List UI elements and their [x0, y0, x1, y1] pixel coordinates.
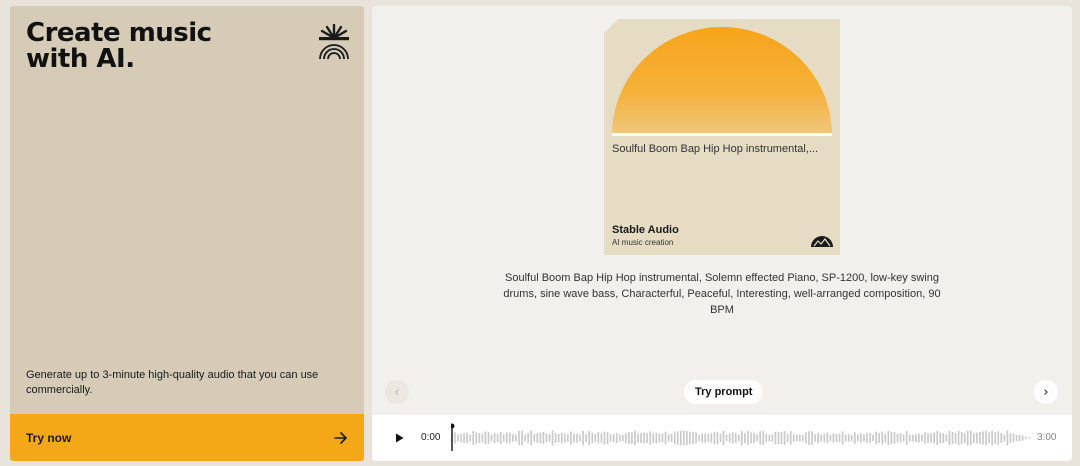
cover-caption: Soulful Boom Bap Hip Hop instrumental,..… [612, 143, 819, 155]
sunset-artwork [612, 27, 832, 136]
previous-track-button[interactable]: ‹ [385, 380, 409, 404]
playhead-handle[interactable] [451, 423, 455, 429]
play-button[interactable] [388, 427, 410, 449]
try-now-label: Try now [26, 430, 72, 445]
arrow-right-icon [334, 431, 347, 444]
brand-mark-icon [811, 236, 833, 247]
audio-player: 0:00 3:00 [372, 415, 1072, 461]
chevron-left-icon: ‹ [394, 384, 400, 400]
hero-card: Create music with AI. Generate up to 3-m… [10, 6, 364, 461]
play-icon [395, 433, 403, 443]
current-time: 0:00 [421, 432, 441, 443]
try-prompt-button[interactable]: Try prompt [684, 380, 764, 404]
waveform-scrubber[interactable] [451, 423, 1031, 453]
total-time: 3:00 [1037, 432, 1057, 443]
cover-brand: Stable Audio [612, 224, 679, 236]
prompt-description: Soulful Boom Bap Hip Hop instrumental, S… [503, 272, 941, 316]
chevron-right-icon: › [1043, 384, 1049, 400]
demo-panel: Soulful Boom Bap Hip Hop instrumental,..… [372, 6, 1072, 461]
try-now-button[interactable]: Try now [10, 414, 364, 461]
sun-rainbow-logo-icon [319, 24, 349, 60]
hero-headline: Create music with AI. [26, 18, 212, 74]
next-track-button[interactable]: › [1034, 380, 1058, 404]
hero-description: Generate up to 3-minute high-quality aud… [26, 369, 319, 396]
album-cover: Soulful Boom Bap Hip Hop instrumental,..… [604, 19, 840, 255]
cover-tagline: AI music creation [612, 238, 674, 247]
